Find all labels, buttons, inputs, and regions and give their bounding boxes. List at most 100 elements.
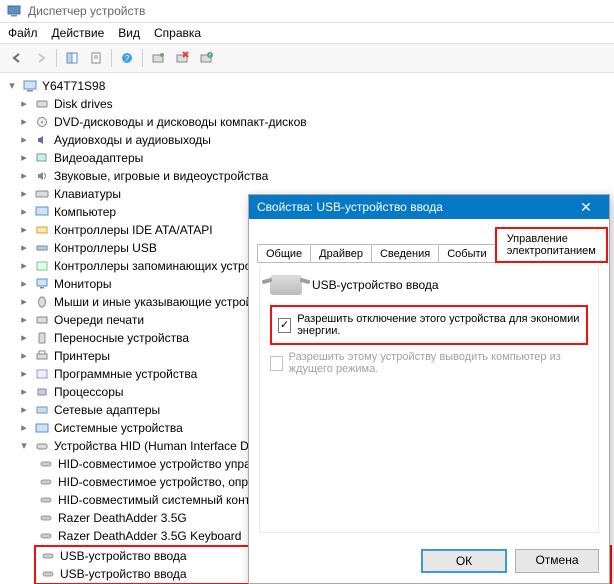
chevron-right-icon[interactable]: ▸ [18, 275, 30, 293]
app-icon [6, 3, 22, 19]
hid-icon [34, 439, 50, 453]
tab-driver[interactable]: Драйвер [310, 244, 372, 263]
hid-device-icon [38, 511, 54, 525]
tree-root[interactable]: ▾ Y64T71S98 [4, 77, 612, 95]
disk-icon [34, 97, 50, 111]
tree-category[interactable]: ▸ Звуковые, игровые и видеоустройства [4, 167, 612, 185]
dialog-title-text: Свойства: USB-устройство ввода [257, 200, 443, 214]
toolbar: ? [0, 43, 614, 73]
computer-icon [22, 79, 38, 93]
window-title: Диспетчер устройств [28, 4, 145, 18]
close-icon[interactable]: ✕ [571, 199, 601, 215]
chevron-right-icon[interactable]: ▸ [18, 365, 30, 383]
hid-device-icon [38, 475, 54, 489]
dialog-buttons: ОК Отмена [249, 541, 609, 583]
uninstall-button[interactable] [171, 47, 193, 69]
checkbox-label: Разрешить отключение этого устройства дл… [297, 313, 580, 337]
chevron-right-icon[interactable]: ▸ [18, 203, 30, 221]
tree-label: USB-устройство ввода [60, 565, 187, 583]
chevron-right-icon[interactable]: ▸ [18, 131, 30, 149]
tree-label: Мониторы [54, 275, 111, 293]
chevron-right-icon[interactable]: ▸ [18, 221, 30, 239]
tab-general[interactable]: Общие [257, 244, 311, 263]
tab-details[interactable]: Сведения [371, 244, 439, 263]
tree-label: Сетевые адаптеры [54, 401, 160, 419]
checkbox-label: Разрешить этому устройству выводить комп… [289, 351, 588, 375]
chevron-right-icon[interactable]: ▸ [18, 167, 30, 185]
toolbar-separator [111, 49, 112, 67]
chevron-right-icon[interactable]: ▸ [18, 293, 30, 311]
checkbox-allow-power-off[interactable]: ✓ Разрешить отключение этого устройства … [278, 311, 580, 339]
menu-view[interactable]: Вид [118, 26, 140, 40]
dialog-body: USB-устройство ввода ✓ Разрешить отключе… [259, 267, 599, 533]
properties-toolbar-button[interactable] [85, 47, 107, 69]
menu-help[interactable]: Справка [154, 26, 201, 40]
hid-device-icon [40, 549, 56, 563]
chevron-right-icon[interactable]: ▸ [18, 419, 30, 437]
software-icon [34, 367, 50, 381]
network-icon [34, 403, 50, 417]
update-driver-button[interactable] [195, 47, 217, 69]
toolbar-separator [56, 49, 57, 67]
tree-label: Контроллеры IDE ATA/ATAPI [54, 221, 213, 239]
dialog-titlebar[interactable]: Свойства: USB-устройство ввода ✕ [249, 195, 609, 219]
tree-label: Системные устройства [54, 419, 183, 437]
svg-text:?: ? [125, 54, 130, 63]
back-button[interactable] [6, 47, 28, 69]
chevron-right-icon[interactable]: ▸ [18, 95, 30, 113]
printer-icon [34, 349, 50, 363]
chevron-right-icon[interactable]: ▸ [18, 185, 30, 203]
hid-device-icon [38, 493, 54, 507]
tree-label: Мыши и иные указывающие устройст [54, 293, 264, 311]
forward-button[interactable] [30, 47, 52, 69]
toolbar-separator [142, 49, 143, 67]
tree-category[interactable]: ▸ Видеоадаптеры [4, 149, 612, 167]
chevron-right-icon[interactable]: ▸ [18, 149, 30, 167]
cancel-button[interactable]: Отмена [515, 549, 599, 573]
show-hide-tree-button[interactable] [61, 47, 83, 69]
menubar: Файл Действие Вид Справка [0, 23, 614, 43]
menu-file[interactable]: Файл [8, 26, 38, 40]
chevron-down-icon[interactable]: ▾ [18, 437, 30, 455]
checkbox-icon-checked[interactable]: ✓ [278, 318, 291, 333]
cpu-icon [34, 385, 50, 399]
chevron-right-icon[interactable]: ▸ [18, 347, 30, 365]
menu-action[interactable]: Действие [52, 26, 105, 40]
tree-label: Компьютер [54, 203, 116, 221]
tree-label: Razer DeathAdder 3.5G [58, 509, 187, 527]
keyboard-icon [34, 187, 50, 201]
annotation-highlight: ✓ Разрешить отключение этого устройства … [270, 305, 588, 345]
dvd-icon [34, 115, 50, 129]
tree-label: Аудиовходы и аудиовыходы [54, 131, 211, 149]
hid-device-icon [40, 567, 56, 581]
chevron-right-icon[interactable]: ▸ [18, 311, 30, 329]
usb-icon [34, 241, 50, 255]
tree-category[interactable]: ▸ Аудиовходы и аудиовыходы [4, 131, 612, 149]
tree-label: Переносные устройства [54, 329, 189, 347]
tree-label: Принтеры [54, 347, 110, 365]
ide-icon [34, 223, 50, 237]
tab-events[interactable]: Событи [438, 244, 495, 263]
tree-label: Клавиатуры [54, 185, 121, 203]
chevron-right-icon[interactable]: ▸ [18, 401, 30, 419]
tree-category[interactable]: ▸ Disk drives [4, 95, 612, 113]
ok-button[interactable]: ОК [421, 549, 507, 573]
chevron-right-icon[interactable]: ▸ [18, 113, 30, 131]
hid-device-icon [38, 529, 54, 543]
chevron-right-icon[interactable]: ▸ [18, 257, 30, 275]
checkbox-icon-unchecked [270, 356, 283, 371]
chevron-right-icon[interactable]: ▸ [18, 329, 30, 347]
tree-category[interactable]: ▸ DVD-дисководы и дисководы компакт-диск… [4, 113, 612, 131]
tree-label: Контроллеры запоминающих устройст [54, 257, 270, 275]
tree-label: Disk drives [54, 95, 113, 113]
sound-icon [34, 169, 50, 183]
tree-label: DVD-дисководы и дисководы компакт-дисков [54, 113, 307, 131]
help-button[interactable]: ? [116, 47, 138, 69]
device-row: USB-устройство ввода [270, 275, 588, 295]
chevron-right-icon[interactable]: ▸ [18, 383, 30, 401]
chevron-down-icon[interactable]: ▾ [6, 77, 18, 95]
tab-power-management[interactable]: Управление электропитанием [495, 227, 608, 263]
device-name: USB-устройство ввода [312, 278, 439, 292]
scan-hardware-button[interactable] [147, 47, 169, 69]
chevron-right-icon[interactable]: ▸ [18, 239, 30, 257]
